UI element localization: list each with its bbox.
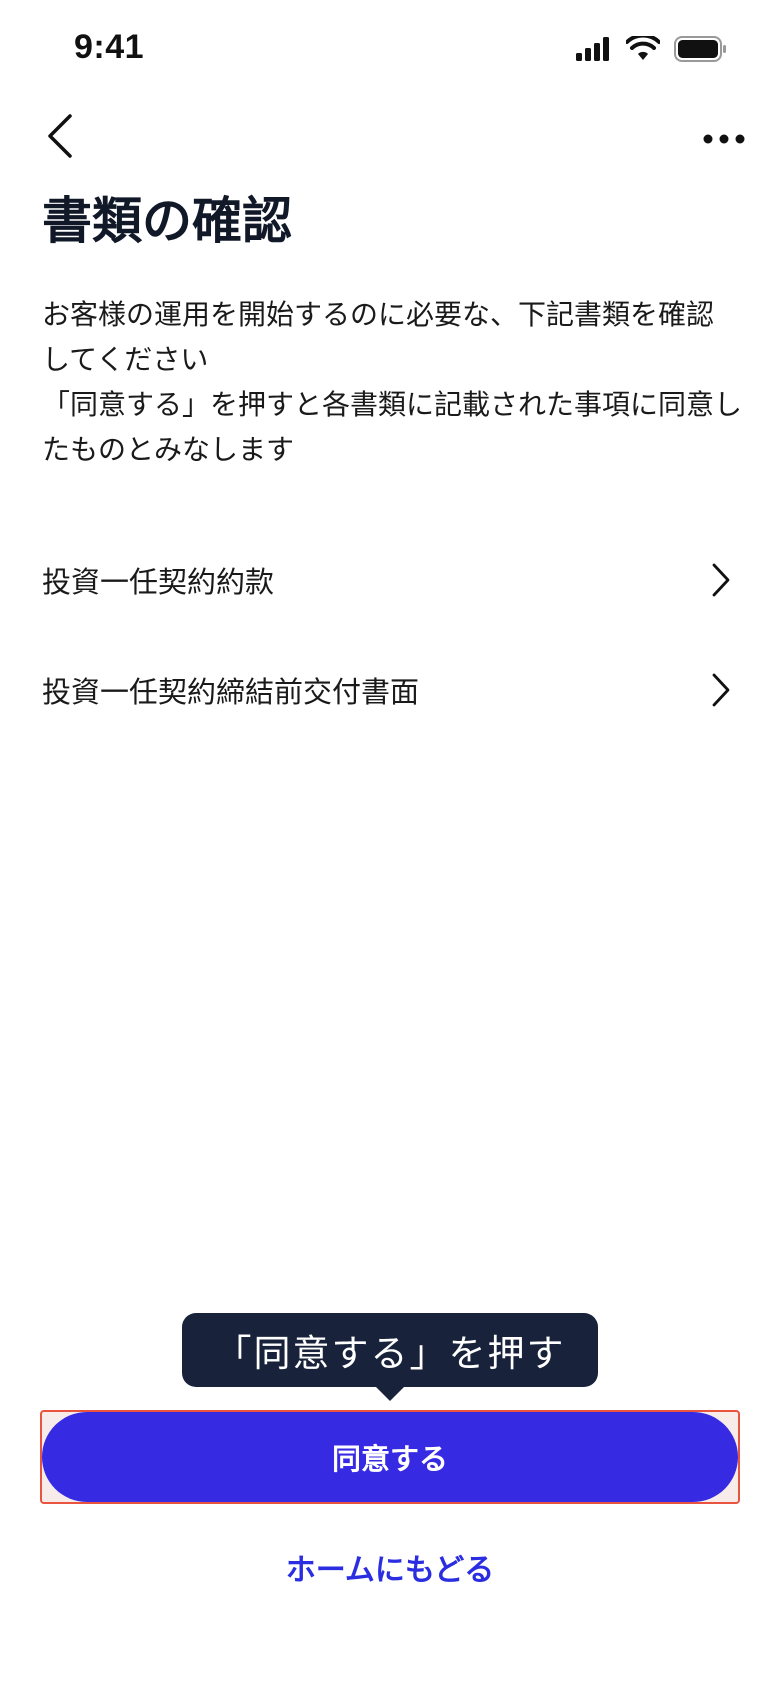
chevron-left-icon bbox=[46, 114, 74, 162]
description-line: 「同意する」を押すと各書類に記載された事項に同意したものとみなします bbox=[42, 388, 743, 466]
home-link[interactable]: ホームにもどる bbox=[0, 1545, 780, 1589]
document-list: 投資一任契約約款 投資一任契約締結前交付書面 bbox=[0, 525, 780, 745]
signal-icon bbox=[576, 37, 612, 65]
nav-bar bbox=[0, 100, 780, 180]
document-item-label: 投資一任契約約款 bbox=[42, 565, 275, 599]
document-item-pre-contract[interactable]: 投資一任契約締結前交付書面 bbox=[0, 635, 780, 745]
description: お客様の運用を開始するのに必要な、下記書類を確認してください 「同意する」を押す… bbox=[42, 292, 742, 472]
status-bar: 9:41 bbox=[0, 0, 780, 100]
agree-button[interactable]: 同意する bbox=[42, 1412, 738, 1502]
more-horizontal-icon bbox=[703, 129, 745, 148]
tooltip: 「同意する」を押す bbox=[182, 1313, 598, 1387]
back-button[interactable] bbox=[30, 108, 90, 168]
battery-icon bbox=[674, 36, 728, 66]
chevron-right-icon bbox=[706, 560, 736, 600]
page-title: 書類の確認 bbox=[42, 192, 292, 250]
document-item-label: 投資一任契約締結前交付書面 bbox=[42, 675, 420, 709]
document-item-agreement[interactable]: 投資一任契約約款 bbox=[0, 525, 780, 635]
tooltip-text: 「同意する」を押す bbox=[214, 1332, 566, 1375]
description-line: お客様の運用を開始するのに必要な、下記書類を確認してください bbox=[42, 298, 715, 376]
more-button[interactable] bbox=[694, 108, 754, 168]
status-icons bbox=[576, 33, 728, 66]
wifi-icon bbox=[625, 33, 661, 66]
status-time: 9:41 bbox=[74, 28, 145, 66]
chevron-right-icon bbox=[706, 670, 736, 710]
